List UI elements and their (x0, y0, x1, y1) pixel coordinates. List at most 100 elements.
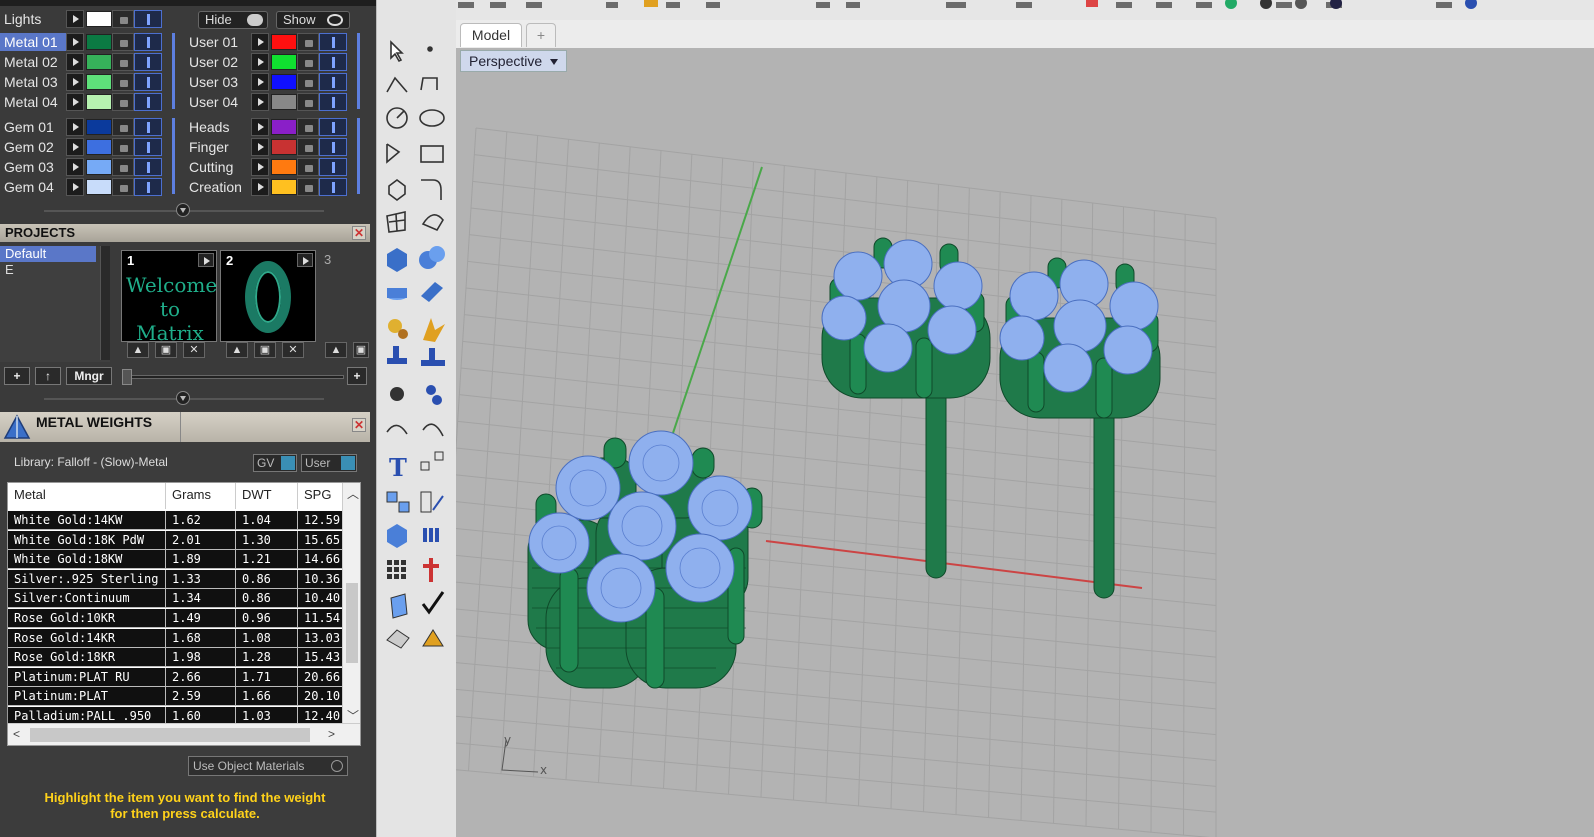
lock-icon[interactable] (297, 118, 319, 136)
layer-name[interactable]: Metal 04 (0, 93, 66, 111)
expand-icon[interactable] (251, 53, 269, 71)
visibility-icon[interactable] (319, 138, 347, 156)
close-icon[interactable]: ✕ (352, 226, 366, 240)
lights-visibility-icon[interactable] (134, 10, 162, 28)
layer-row[interactable]: User 02 (185, 53, 347, 71)
earring-model-large[interactable] (527, 430, 763, 689)
delete-icon[interactable]: ✕ (282, 342, 304, 358)
layer-name[interactable]: Metal 03 (0, 73, 66, 91)
table-row[interactable]: Rose Gold:18KR 1.98 1.28 15.43 (8, 648, 344, 668)
expand-icon[interactable] (251, 73, 269, 91)
slider-handle[interactable] (122, 369, 132, 385)
table-row[interactable]: White Gold:18K PdW 2.01 1.30 15.65 (8, 530, 344, 550)
visibility-icon[interactable] (134, 118, 162, 136)
lock-icon[interactable] (112, 33, 134, 51)
expand-icon[interactable] (66, 118, 84, 136)
layer-name[interactable]: User 04 (185, 93, 251, 111)
table-row[interactable]: Silver:Continuum 1.34 0.86 10.40 (8, 589, 344, 609)
table-row[interactable]: Rose Gold:10KR 1.49 0.96 11.54 (8, 609, 344, 628)
column-header-metal[interactable]: Metal (8, 483, 166, 509)
layer-name[interactable]: Gem 01 (0, 118, 66, 136)
expand-icon[interactable] (66, 93, 84, 111)
layer-color-swatch[interactable] (271, 34, 297, 50)
lights-expand-icon[interactable] (66, 10, 84, 28)
layer-row[interactable]: Gem 01 (0, 118, 162, 136)
manager-button[interactable]: Mngr (66, 367, 112, 385)
layer-row[interactable]: Gem 02 (0, 138, 162, 156)
add-tab-icon[interactable]: + (526, 23, 556, 47)
expand-icon[interactable] (251, 178, 269, 196)
visibility-icon[interactable] (134, 178, 162, 196)
layer-row[interactable]: Gem 03 (0, 158, 162, 176)
perspective-viewport[interactable]: y x (435, 48, 1594, 837)
column-header-spg[interactable]: SPG (298, 483, 344, 509)
layer-color-swatch[interactable] (271, 74, 297, 90)
lock-icon[interactable] (297, 138, 319, 156)
visibility-icon[interactable] (134, 93, 162, 111)
upload-project-button[interactable]: ↑ (35, 367, 61, 385)
column-header-dwt[interactable]: DWT (236, 483, 298, 509)
layer-color-swatch[interactable] (86, 179, 112, 195)
layer-color-swatch[interactable] (86, 139, 112, 155)
save-icon[interactable]: ▣ (155, 342, 177, 358)
layer-name[interactable]: Heads (185, 118, 251, 136)
expand-icon[interactable] (66, 178, 84, 196)
visibility-icon[interactable] (134, 53, 162, 71)
layer-name[interactable]: Metal 02 (0, 53, 66, 71)
upload-icon[interactable]: ▲ (226, 342, 248, 358)
layer-color-swatch[interactable] (271, 179, 297, 195)
project-item[interactable]: E (0, 262, 110, 278)
layer-name[interactable]: Finger (185, 138, 251, 156)
lock-icon[interactable] (112, 138, 134, 156)
play-icon[interactable] (297, 253, 313, 267)
visibility-icon[interactable] (319, 53, 347, 71)
visibility-icon[interactable] (319, 178, 347, 196)
scroll-up-icon[interactable]: ︿ (347, 485, 359, 502)
layer-color-swatch[interactable] (86, 159, 112, 175)
expand-icon[interactable] (251, 93, 269, 111)
visibility-icon[interactable] (134, 158, 162, 176)
table-row[interactable]: White Gold:18KW 1.89 1.21 14.66 (8, 550, 344, 570)
visibility-icon[interactable] (134, 73, 162, 91)
lock-icon[interactable] (297, 158, 319, 176)
project-list-scrollbar[interactable] (100, 246, 110, 360)
table-vertical-scrollbar[interactable]: ︿ ﹀ (342, 483, 360, 723)
lock-icon[interactable] (112, 93, 134, 111)
expand-icon[interactable] (66, 138, 84, 156)
expand-icon[interactable] (66, 53, 84, 71)
save-icon[interactable]: ▣ (254, 342, 276, 358)
expand-icon[interactable] (251, 118, 269, 136)
collapse-icon[interactable] (176, 391, 190, 405)
layer-color-swatch[interactable] (271, 159, 297, 175)
delete-icon[interactable]: ✕ (183, 342, 205, 358)
upload-icon[interactable]: ▲ (325, 342, 347, 358)
scroll-thumb[interactable] (346, 583, 358, 663)
expand-icon[interactable] (251, 138, 269, 156)
lock-icon[interactable] (112, 73, 134, 91)
project-thumb-2[interactable]: 2 (220, 250, 316, 342)
lock-icon[interactable] (112, 118, 134, 136)
layer-name[interactable]: User 02 (185, 53, 251, 71)
visibility-icon[interactable] (319, 33, 347, 51)
layer-row[interactable]: Heads (185, 118, 347, 136)
layer-row[interactable]: Metal 01 (0, 33, 162, 51)
scroll-thumb[interactable] (30, 728, 310, 742)
radio-icon[interactable] (331, 760, 343, 772)
visibility-icon[interactable] (134, 33, 162, 51)
layer-row[interactable]: User 01 (185, 33, 347, 51)
visibility-icon[interactable] (319, 73, 347, 91)
visibility-icon[interactable] (319, 158, 347, 176)
layer-row[interactable]: User 03 (185, 73, 347, 91)
collapse-icon[interactable] (176, 203, 190, 217)
layer-color-swatch[interactable] (86, 74, 112, 90)
layer-color-swatch[interactable] (86, 34, 112, 50)
hide-toggle[interactable]: Hide (198, 11, 268, 29)
layer-row[interactable]: User 04 (185, 93, 347, 111)
layer-color-swatch[interactable] (86, 119, 112, 135)
layer-name[interactable]: Metal 01 (0, 33, 66, 51)
scroll-down-icon[interactable]: ﹀ (347, 707, 359, 724)
user-toggle[interactable]: User (301, 454, 357, 472)
layer-color-swatch[interactable] (271, 54, 297, 70)
project-thumb-3[interactable]: 3 (319, 250, 371, 342)
earring-model-stud-2[interactable] (999, 257, 1161, 599)
